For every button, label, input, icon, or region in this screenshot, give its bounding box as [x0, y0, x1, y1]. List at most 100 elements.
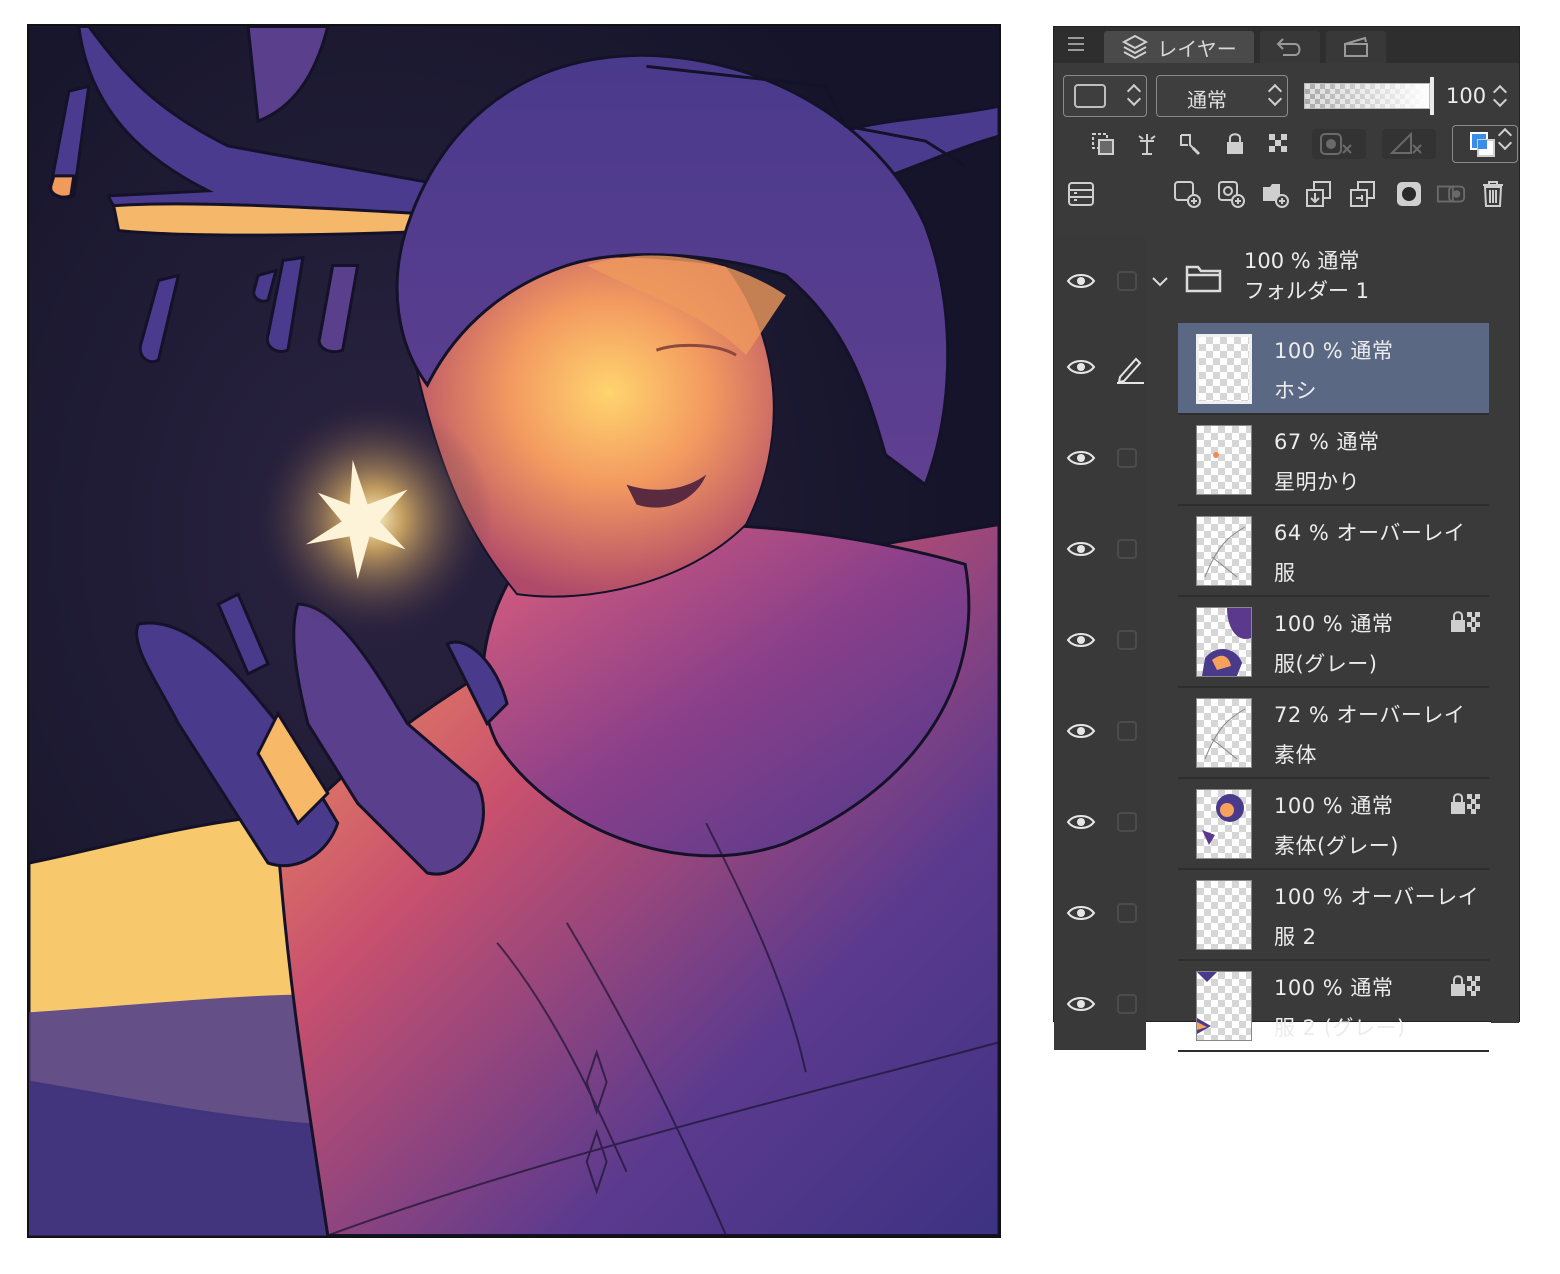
eye-icon[interactable]	[1066, 630, 1096, 650]
apply-mask-icon[interactable]	[1436, 179, 1466, 209]
mask-enable-icon[interactable]	[1312, 129, 1366, 159]
merge-down-icon[interactable]	[1348, 179, 1378, 209]
layer-item[interactable]: 100 % 通常服 2 (グレー)	[1178, 960, 1489, 1052]
layer-item[interactable]: 72 % オーバーレイ 素体	[1178, 687, 1489, 779]
layer-item[interactable]: 64 % オーバーレイ服	[1178, 505, 1489, 597]
layer-row[interactable]: 64 % オーバーレイ服	[1054, 505, 1519, 597]
lock-transparency-icon[interactable]	[1264, 129, 1294, 159]
reference-layer-icon[interactable]	[1132, 129, 1162, 159]
layer-opacity-mode: 100 % 通常	[1274, 794, 1394, 818]
layer-name: 服	[1274, 561, 1296, 585]
layer-opacity-mode: 100 % オーバーレイ	[1274, 885, 1480, 909]
layer-panel-menu-icon[interactable]	[1066, 179, 1096, 209]
layer-thumbnail	[1196, 425, 1252, 495]
folder-row[interactable]: 100 % 通常 フォルダー 1	[1054, 237, 1519, 327]
layer-list-scrollbar[interactable]	[1491, 237, 1519, 1023]
folder-name: フォルダー 1	[1244, 279, 1370, 303]
layer-thumbnail	[1196, 334, 1252, 404]
lock-layer-icon[interactable]	[1220, 129, 1250, 159]
layer-row[interactable]: 100 % オーバーレイ服 2	[1054, 869, 1519, 961]
eye-icon[interactable]	[1066, 357, 1096, 377]
layer-row[interactable]: 100 % 通常 服(グレー)	[1054, 596, 1519, 688]
new-folder-icon[interactable]	[1260, 179, 1290, 209]
tab-layer[interactable]: レイヤー	[1104, 31, 1254, 63]
select-checkbox[interactable]	[1117, 448, 1137, 468]
select-checkbox[interactable]	[1117, 994, 1137, 1014]
layer-color-swatch	[1074, 84, 1106, 108]
layer-row[interactable]: 100 % 通常 素体(グレー)	[1054, 778, 1519, 870]
layer-name: 素体	[1274, 743, 1317, 767]
layer-name: 服(グレー)	[1274, 652, 1378, 676]
layer-thumbnail	[1196, 698, 1252, 768]
layer-opacity-mode: 100 % 通常	[1274, 339, 1394, 363]
opacity-slider-handle[interactable]	[1430, 77, 1434, 115]
eye-icon[interactable]	[1066, 721, 1096, 741]
eye-icon[interactable]	[1066, 448, 1096, 468]
layer-name: 服 2 (グレー)	[1274, 1016, 1406, 1040]
layers-icon	[1122, 34, 1149, 60]
eye-icon[interactable]	[1066, 271, 1096, 291]
lock-transparency-icon	[1451, 611, 1480, 632]
clip-to-layer-below-icon[interactable]	[1088, 129, 1118, 159]
layer-opacity-mode: 100 % 通常	[1274, 976, 1394, 1000]
layer-name: 素体(グレー)	[1274, 834, 1399, 858]
opacity-spin-icon[interactable]	[1494, 85, 1506, 107]
layer-name: 星明かり	[1274, 470, 1360, 494]
hamburger-menu-icon[interactable]	[1068, 37, 1084, 51]
layer-thumbnail	[1196, 516, 1252, 586]
layer-row[interactable]: 100 % 通常 ホシ	[1054, 323, 1519, 415]
select-checkbox[interactable]	[1117, 539, 1137, 559]
layer-color-select[interactable]	[1063, 75, 1147, 117]
blend-mode-select[interactable]: 通常	[1156, 75, 1288, 117]
ruler-enable-icon[interactable]	[1382, 129, 1436, 159]
eye-icon[interactable]	[1066, 903, 1096, 923]
eye-icon[interactable]	[1066, 994, 1096, 1014]
undo-history-icon	[1276, 38, 1301, 56]
layer-item[interactable]: 100 % 通常 素体(グレー)	[1178, 778, 1489, 870]
select-checkbox[interactable]	[1117, 903, 1137, 923]
artwork-canvas[interactable]	[27, 24, 1001, 1238]
layer-row[interactable]: 72 % オーバーレイ 素体	[1054, 687, 1519, 779]
layer-opacity-mode: 67 % 通常	[1274, 430, 1380, 454]
lock-transparency-icon	[1451, 975, 1480, 996]
new-vector-layer-icon[interactable]	[1216, 179, 1246, 209]
folder-icon	[1185, 265, 1222, 293]
layer-opacity-mode: 100 % 通常	[1274, 612, 1394, 636]
layer-thumbnail	[1196, 789, 1252, 859]
tab-animation[interactable]	[1326, 31, 1386, 63]
trash-icon[interactable]	[1478, 179, 1508, 209]
layer-item[interactable]: 100 % オーバーレイ服 2	[1178, 869, 1489, 961]
layer-name: ホシ	[1274, 379, 1317, 403]
folder-opacity-mode: 100 % 通常	[1244, 249, 1360, 273]
select-checkbox[interactable]	[1117, 721, 1137, 741]
clapperboard-icon	[1344, 36, 1368, 57]
eye-icon[interactable]	[1066, 812, 1096, 832]
transfer-down-icon[interactable]	[1304, 179, 1334, 209]
illustration	[29, 26, 999, 1236]
opacity-slider[interactable]	[1304, 83, 1430, 109]
chevron-updown-icon	[1269, 84, 1281, 106]
chevron-down-icon[interactable]	[1150, 275, 1170, 289]
select-checkbox[interactable]	[1117, 630, 1137, 650]
draft-layer-icon[interactable]	[1174, 129, 1204, 159]
layer-row[interactable]: 67 % 通常 星明かり	[1054, 414, 1519, 506]
blend-mode-value: 通常	[1187, 88, 1227, 112]
new-raster-layer-icon[interactable]	[1172, 179, 1202, 209]
layer-item[interactable]: 100 % 通常 服(グレー)	[1178, 596, 1489, 688]
tab-history[interactable]	[1260, 31, 1320, 63]
eye-icon[interactable]	[1066, 539, 1096, 559]
chevron-updown-icon	[1128, 84, 1140, 106]
chevron-updown-icon	[1499, 128, 1511, 158]
layer-thumbnail	[1196, 880, 1252, 950]
layer-item[interactable]: 100 % 通常 ホシ	[1178, 323, 1489, 415]
select-checkbox[interactable]	[1117, 271, 1137, 291]
tab-layer-label: レイヤー	[1157, 36, 1237, 61]
select-checkbox[interactable]	[1117, 812, 1137, 832]
layer-mask-icon[interactable]	[1394, 179, 1424, 209]
layer-row[interactable]: 100 % 通常服 2 (グレー)	[1054, 960, 1519, 1052]
layer-opacity-mode: 72 % オーバーレイ	[1274, 703, 1466, 727]
opacity-value[interactable]: 100	[1446, 84, 1486, 108]
pen-edit-icon	[1117, 357, 1144, 384]
layer-color-toggle[interactable]	[1452, 125, 1518, 163]
layer-item[interactable]: 67 % 通常 星明かり	[1178, 414, 1489, 506]
